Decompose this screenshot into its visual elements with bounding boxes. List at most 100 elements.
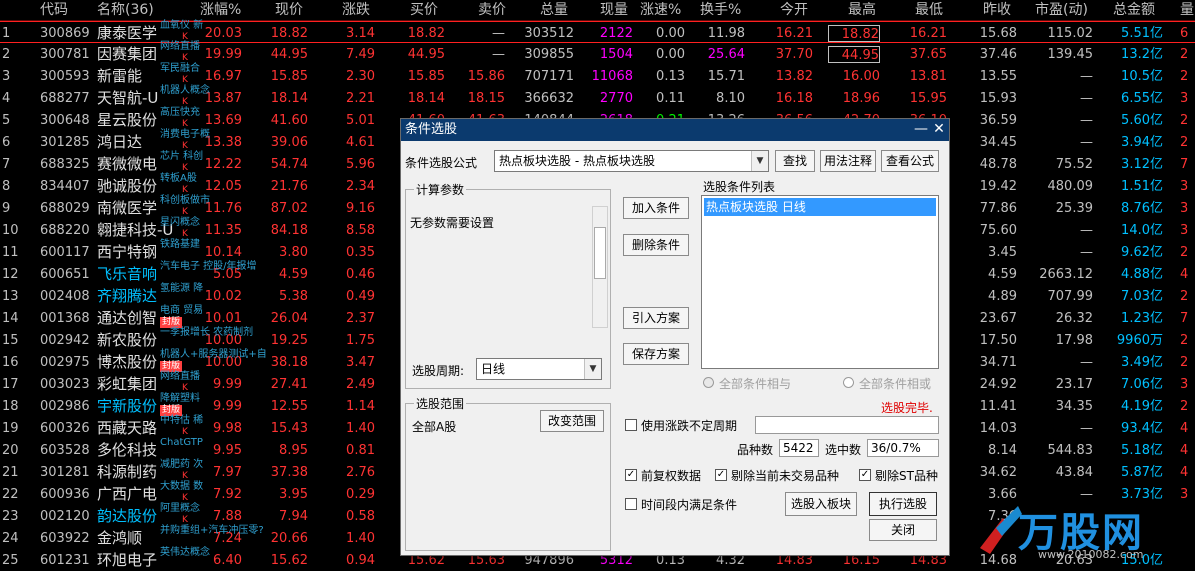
radio-or[interactable] (843, 377, 854, 388)
volume-ratio: 2 (1180, 135, 1189, 150)
uncertain-period-field[interactable] (755, 416, 939, 434)
row-index: 8 (2, 179, 11, 194)
scroll-thumb[interactable] (594, 227, 606, 279)
usage-notes-button[interactable]: 用法注释 (820, 150, 876, 172)
row-index: 3 (2, 69, 11, 84)
concept-tag: 高压快充 (160, 107, 200, 118)
chevron-down-icon[interactable]: ▼ (584, 359, 601, 379)
stock-code: 601231 (40, 553, 90, 568)
formula-select[interactable]: 热点板块选股 - 热点板块选股 ▼ (494, 150, 769, 172)
row-index: 21 (2, 465, 19, 480)
period-satisfy-checkbox[interactable] (625, 498, 637, 510)
adjust-checkbox[interactable]: ✓ (625, 469, 637, 481)
add-to-block-button[interactable]: 选股入板块 (785, 492, 857, 516)
col-turnover[interactable]: 换手% (700, 1, 741, 19)
col-name[interactable]: 名称(36) (97, 1, 154, 19)
minimize-icon[interactable]: — (913, 121, 929, 137)
ask: — (492, 26, 505, 41)
exclude-untraded-checkbox[interactable]: ✓ (715, 469, 727, 481)
row-index: 6 (2, 135, 11, 150)
kline-flag: K (182, 229, 188, 239)
execute-button[interactable]: 执行选股 (869, 492, 937, 516)
col-pe[interactable]: 市盈(动) (1035, 1, 1088, 19)
prev-close: 48.78 (979, 157, 1017, 172)
col-volume[interactable]: 总量 (540, 1, 568, 19)
adjust-label: 前复权数据 (641, 469, 702, 483)
col-prev[interactable]: 昨收 (983, 1, 1011, 19)
col-high[interactable]: 最高 (848, 1, 876, 19)
uncertain-period-checkbox[interactable] (625, 419, 637, 431)
volume: 366632 (524, 91, 574, 106)
table-row[interactable]: 4 688277 天智航-U 13.87 18.14 2.21 18.14 18.15 3666… (0, 85, 1195, 109)
prev-close: 14.03 (979, 421, 1017, 436)
find-button[interactable]: 查找 (775, 150, 815, 172)
concept-tag: 网络直播 (160, 371, 200, 382)
period-select[interactable]: 日线 ▼ (476, 358, 602, 380)
current-volume: 1504 (599, 47, 633, 62)
speed: 0.00 (656, 26, 685, 41)
table-row[interactable]: 3 300593 新雷能 16.97 15.85 2.30 15.85 15.86 707171… (0, 63, 1195, 87)
view-formula-button[interactable]: 查看公式 (881, 150, 939, 172)
col-pct[interactable]: 涨幅% (200, 1, 241, 19)
radio-and[interactable] (703, 377, 714, 388)
table-row[interactable]: 2 300781 因赛集团 19.99 44.95 7.49 44.95—309855 150… (0, 41, 1195, 65)
prev-close: 4.89 (988, 289, 1017, 304)
prev-close: 23.67 (979, 311, 1017, 326)
prev-close: 8.14 (988, 443, 1017, 458)
col-vr[interactable]: 量 (1180, 1, 1194, 19)
col-amount[interactable]: 总金额 (1113, 1, 1155, 19)
stock-name: 西藏天路 (97, 419, 158, 437)
turnover: 15.71 (707, 69, 745, 84)
prev-close: 15.93 (979, 91, 1017, 106)
close-button[interactable]: 关闭 (869, 519, 937, 541)
col-speed[interactable]: 涨速% (640, 1, 681, 19)
stock-code: 300593 (40, 69, 90, 84)
volume-ratio: 2 (1180, 113, 1189, 128)
col-low[interactable]: 最低 (915, 1, 943, 19)
volume-ratio: 3 (1180, 179, 1189, 194)
stock-name: 西宁特钢 (97, 243, 158, 261)
change: 3.47 (346, 355, 375, 370)
prev-close: 15.68 (979, 26, 1017, 41)
close-icon[interactable]: ✕ (931, 121, 947, 137)
stock-code: 300869 (40, 26, 90, 41)
col-bid[interactable]: 买价 (410, 1, 438, 19)
stock-code: 688029 (40, 201, 90, 216)
col-ask[interactable]: 卖价 (478, 1, 506, 19)
exclude-st-checkbox[interactable]: ✓ (859, 469, 871, 481)
table-row[interactable]: 1 300869 康泰医学 20.03 18.82 3.14 18.82—303512 212… (0, 20, 1195, 43)
prev-close: 17.50 (979, 333, 1017, 348)
col-code[interactable]: 代码 (40, 1, 68, 19)
col-open[interactable]: 今开 (780, 1, 808, 19)
stock-code: 002986 (40, 399, 90, 414)
stock-name: 新雷能 (97, 67, 143, 85)
row-index: 1 (2, 26, 11, 41)
logo-url: www.2010082.com (1038, 548, 1144, 561)
save-plan-button[interactable]: 保存方案 (623, 343, 689, 365)
volume-ratio: 4 (1180, 267, 1189, 282)
change-scope-button[interactable]: 改变范围 (540, 410, 604, 432)
col-change[interactable]: 涨跌 (342, 1, 370, 19)
bid: 44.95 (407, 47, 445, 62)
delete-condition-button[interactable]: 删除条件 (623, 234, 689, 256)
amount: 14.0亿 (1121, 223, 1163, 238)
change: 2.21 (346, 91, 375, 106)
stock-screener-dialog: 条件选股 — ✕ 条件选股公式 热点板块选股 - 热点板块选股 ▼ 查找 用法注… (400, 118, 950, 556)
kline-flag: K (182, 185, 188, 195)
stock-name: 齐翔腾达 (97, 287, 158, 305)
chevron-down-icon[interactable]: ▼ (751, 151, 768, 171)
condition-list-item[interactable]: 热点板块选股 日线 (704, 198, 936, 216)
stock-name: 天智航-U (97, 89, 159, 107)
col-cur[interactable]: 现量 (600, 1, 628, 19)
current-volume: 2770 (599, 91, 633, 106)
import-plan-button[interactable]: 引入方案 (623, 307, 689, 329)
change: 0.46 (346, 267, 375, 282)
params-scrollbar[interactable] (592, 206, 608, 328)
col-price[interactable]: 现价 (275, 1, 303, 19)
kline-flag: K (182, 493, 188, 503)
amount: 93.4亿 (1121, 421, 1163, 436)
condition-list[interactable]: 热点板块选股 日线 (701, 195, 939, 369)
change: 4.61 (346, 135, 375, 150)
add-condition-button[interactable]: 加入条件 (623, 197, 689, 219)
stock-code: 300648 (40, 113, 90, 128)
